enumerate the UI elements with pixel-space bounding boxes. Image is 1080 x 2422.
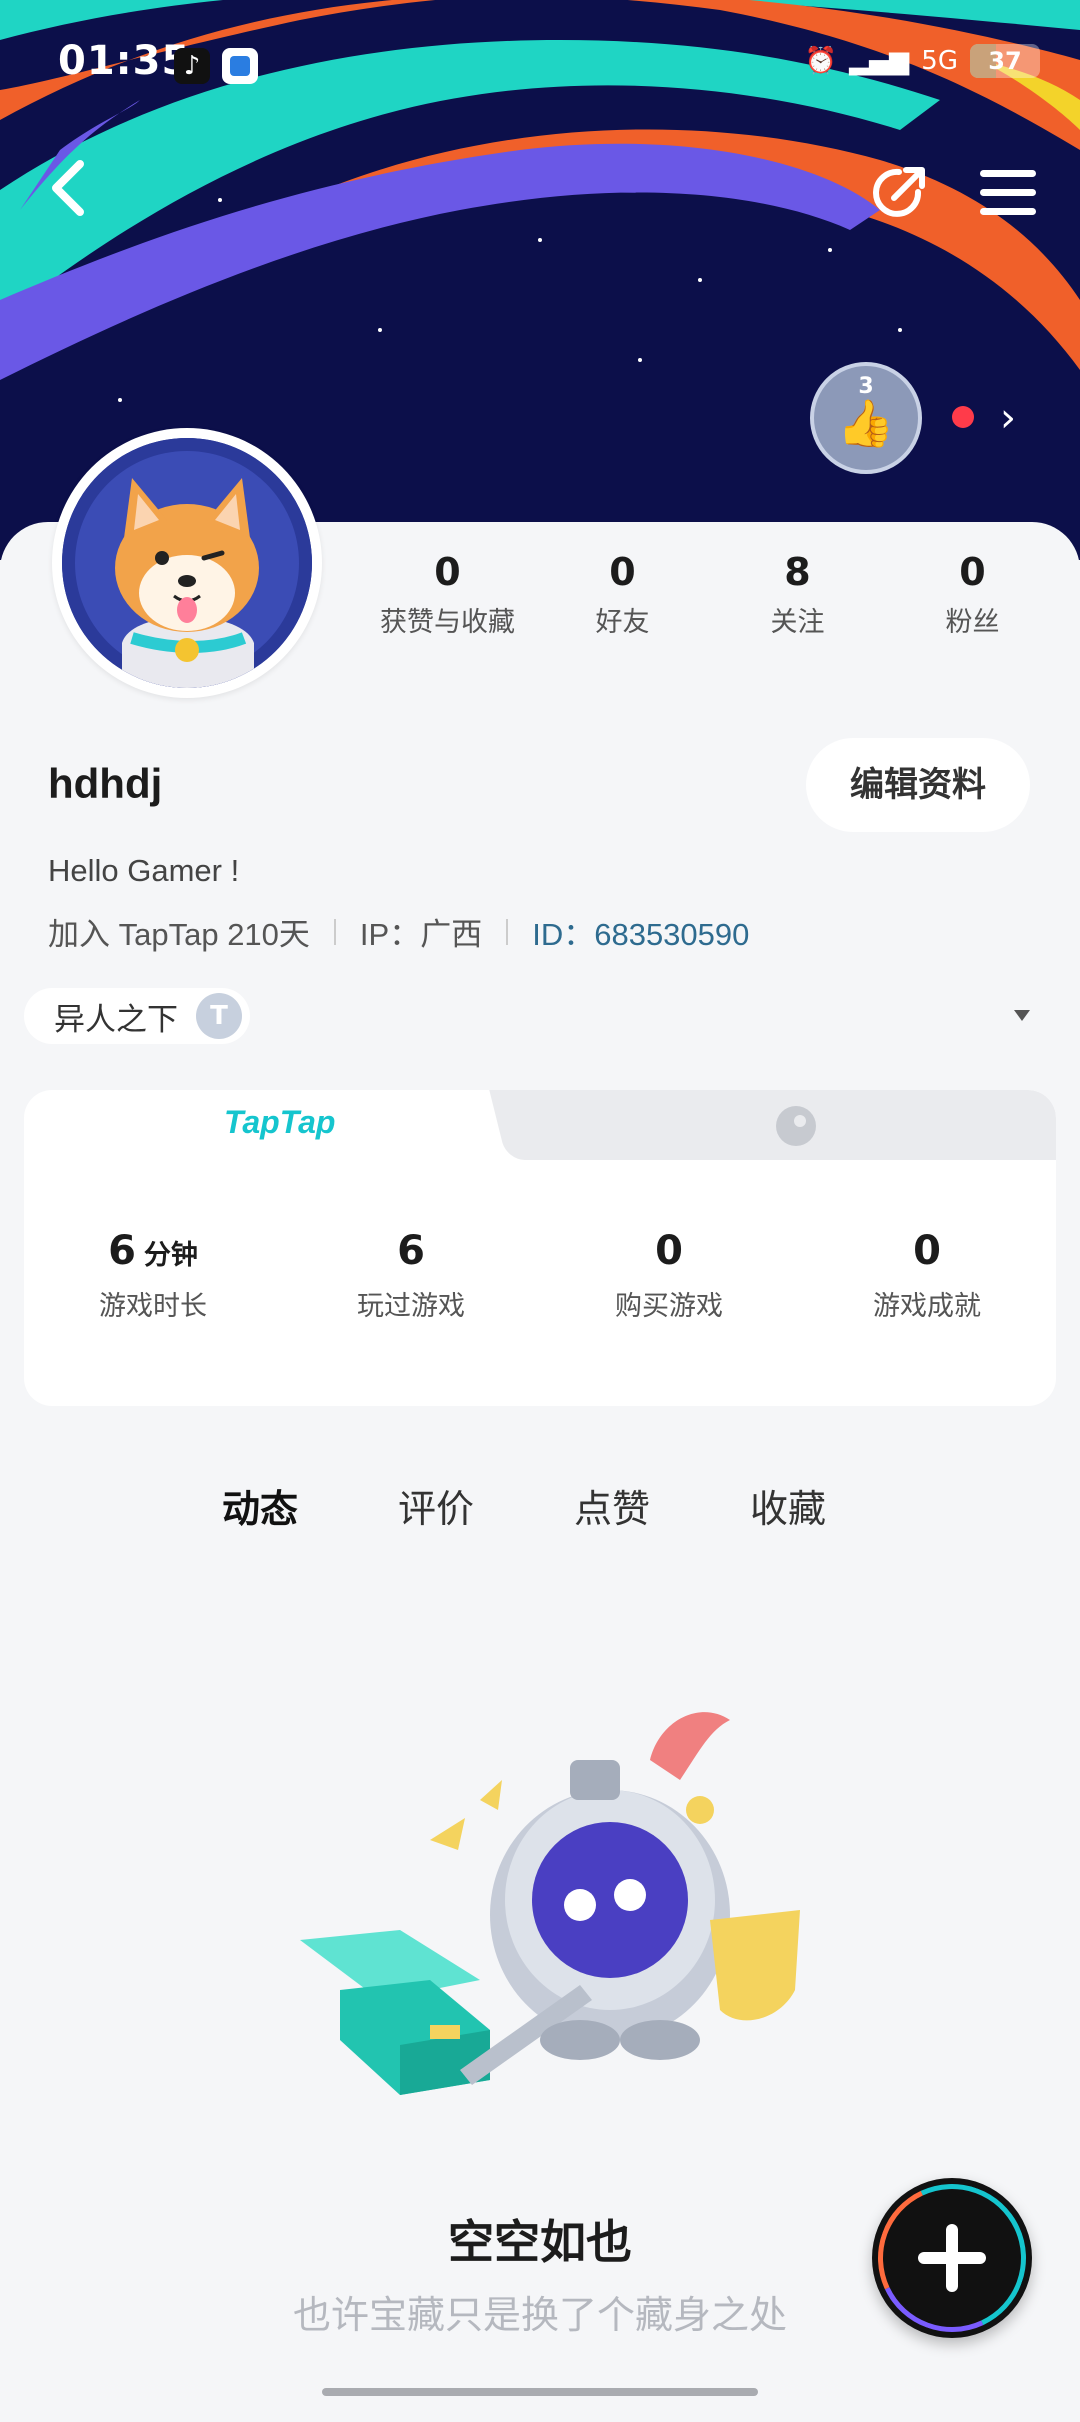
stat-value: 8	[784, 550, 811, 594]
user-id[interactable]: ID：683530590	[532, 909, 749, 954]
pstat-played[interactable]: 6 玩过游戏	[282, 1228, 540, 1323]
back-icon[interactable]	[48, 158, 100, 224]
tab-likes[interactable]: 点赞	[574, 1478, 650, 1533]
pstat-label: 游戏成就	[873, 1291, 981, 1322]
status-bar: 01:35 ♪ ⏰ ▂▄▆ 5G 37	[0, 0, 1080, 130]
stat-followers[interactable]: 0 粉丝	[885, 550, 1060, 639]
pstat-playtime[interactable]: 6 分钟 游戏时长	[24, 1228, 282, 1323]
chevron-right-icon[interactable]: ›	[1000, 398, 1016, 438]
pstat-unit: 分钟	[143, 1240, 198, 1271]
tab-feed[interactable]: 动态	[222, 1478, 299, 1537]
notification-dot	[952, 406, 974, 428]
divider	[506, 918, 509, 945]
pstat-label: 游戏时长	[99, 1291, 207, 1322]
pstat-value: 0	[913, 1228, 941, 1274]
battery-icon: 37	[970, 44, 1040, 78]
stat-value: 0	[609, 550, 636, 594]
edit-profile-button[interactable]: 编辑资料	[806, 738, 1030, 832]
bio: Hello Gamer !	[48, 853, 240, 888]
ip-location: IP：广西	[359, 917, 483, 952]
stat-value: 0	[959, 550, 986, 594]
platform-card: TapTap 6 分钟 游戏时长 6 玩过游戏 0 购买游戏 0 游戏成就	[24, 1090, 1056, 1406]
tab-taptap[interactable]: TapTap	[224, 1104, 335, 1141]
tab-reviews[interactable]: 评价	[398, 1478, 474, 1533]
signal-icon: ▂▄▆	[849, 46, 910, 76]
game-chip-label: 异人之下	[54, 1001, 178, 1038]
thumbs-up-icon: 👍	[837, 396, 895, 450]
pstat-purchased[interactable]: 0 购买游戏	[540, 1228, 798, 1323]
tiktok-icon: ♪	[174, 48, 210, 84]
platform-stats: 6 分钟 游戏时长 6 玩过游戏 0 购买游戏 0 游戏成就	[24, 1228, 1056, 1323]
pstat-label: 玩过游戏	[357, 1291, 465, 1322]
home-indicator[interactable]	[322, 2388, 758, 2396]
stat-friends[interactable]: 0 好友	[535, 550, 710, 639]
stat-following[interactable]: 8 关注	[710, 550, 885, 639]
profile-stats: 0 获赞与收藏 0 好友 8 关注 0 粉丝	[360, 550, 1060, 639]
avatar[interactable]	[62, 438, 312, 688]
steam-icon[interactable]	[776, 1106, 816, 1146]
alarm-icon: ⏰	[804, 46, 838, 76]
status-indicators: ⏰ ▂▄▆ 5G 37	[805, 44, 1040, 78]
pstat-value: 6	[108, 1228, 136, 1274]
stat-label: 获赞与收藏	[380, 607, 515, 638]
stat-value: 0	[434, 550, 461, 594]
thumbs-up-medal-icon[interactable]: 3 👍	[810, 362, 922, 474]
network-label: 5G	[921, 46, 958, 76]
shiba-avatar-art	[62, 438, 312, 688]
profile-meta: 加入 TapTap 210天 IP：广西 ID：683530590	[48, 909, 749, 954]
empty-state-illustration	[300, 1712, 800, 2095]
menu-icon[interactable]	[980, 170, 1036, 216]
pstat-value: 6	[397, 1228, 425, 1274]
plus-icon	[946, 2224, 958, 2292]
pstat-value: 0	[655, 1228, 683, 1274]
username: hdhdj	[48, 760, 163, 807]
share-icon[interactable]	[868, 162, 930, 224]
t-coin-icon: T	[196, 993, 242, 1039]
create-post-button[interactable]	[872, 2178, 1032, 2338]
divider	[333, 918, 336, 945]
pstat-achievements[interactable]: 0 游戏成就	[798, 1228, 1056, 1323]
stat-likes[interactable]: 0 获赞与收藏	[360, 550, 535, 639]
content-tabs: 动态 评价 点赞 收藏	[222, 1478, 926, 1537]
app-notification-icon	[222, 48, 258, 84]
pstat-label: 购买游戏	[615, 1291, 723, 1322]
stat-label: 好友	[595, 607, 650, 638]
status-time: 01:35	[58, 38, 191, 84]
stat-label: 粉丝	[945, 607, 1000, 638]
caret-down-icon[interactable]	[1014, 1010, 1030, 1021]
joined-text: 加入 TapTap 210天	[48, 917, 310, 952]
tab-favorites[interactable]: 收藏	[750, 1478, 826, 1533]
game-chip[interactable]: 异人之下 T	[24, 988, 250, 1044]
stat-label: 关注	[770, 607, 825, 638]
